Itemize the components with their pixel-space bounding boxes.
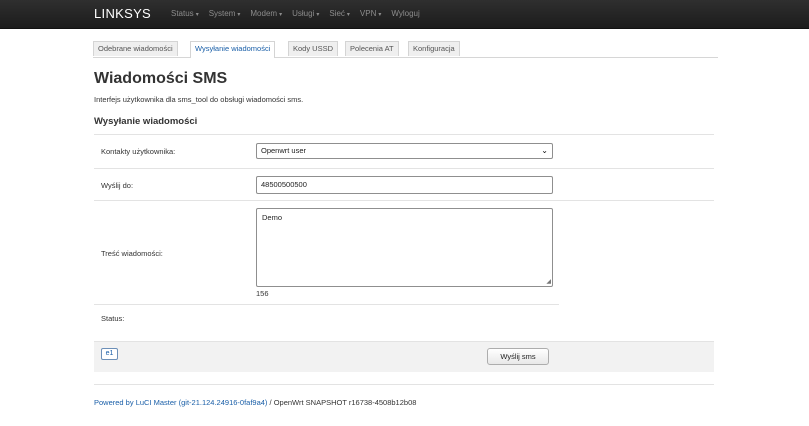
chevron-down-icon: ▾ <box>378 12 382 18</box>
send-to-input[interactable]: 48500500500 <box>256 176 553 194</box>
footer-version: / OpenWrt SNAPSHOT r16738-4508b12b08 <box>267 398 417 407</box>
tab-configuration[interactable]: Konfiguracja <box>408 41 460 56</box>
menu-item-services[interactable]: Usługi ▾ <box>292 9 319 18</box>
resize-grip-icon[interactable]: ◢ <box>546 278 551 285</box>
chevron-down-icon: ⌄ <box>541 146 548 155</box>
contacts-select[interactable]: Openwrt user ⌄ <box>256 143 553 159</box>
tab-received-messages[interactable]: Odebrane wiadomości <box>93 41 178 56</box>
tab-send-messages[interactable]: Wysyłanie wiadomości <box>190 41 276 58</box>
divider <box>94 168 714 169</box>
e1-button[interactable]: e1 <box>101 348 118 360</box>
top-navbar: LINKSYS Status ▾ System ▾ Modem ▾ Usługi ▾ S… <box>0 0 809 29</box>
tab-bar: Odebrane wiadomości Wysyłanie wiadomości… <box>93 41 718 58</box>
menu-item-network[interactable]: Sieć ▾ <box>329 9 350 18</box>
menu-item-modem[interactable]: Modem ▾ <box>250 9 282 18</box>
page-description: Interfejs użytkownika dla sms_tool do ob… <box>94 95 304 104</box>
menu-item-status[interactable]: Status ▾ <box>171 9 199 18</box>
divider <box>94 384 714 385</box>
luci-link[interactable]: Powered by LuCI Master (git-21.124.24916… <box>94 398 267 407</box>
status-label: Status: <box>101 314 125 323</box>
message-label: Treść wiadomości: <box>101 249 163 258</box>
footer-credits: Powered by LuCI Master (git-21.124.24916… <box>94 398 416 407</box>
menu-item-vpn[interactable]: VPN ▾ <box>360 9 381 18</box>
chevron-down-icon: ▾ <box>237 12 241 18</box>
send-to-label: Wyślij do: <box>101 181 134 190</box>
main-menu: Status ▾ System ▾ Modem ▾ Usługi ▾ Sieć ▾ VPN… <box>171 9 430 18</box>
contacts-label: Kontakty użytkownika: <box>101 147 176 156</box>
char-counter: 156 <box>256 289 269 298</box>
tab-at-commands[interactable]: Polecenia AT <box>345 41 399 56</box>
chevron-down-icon: ▾ <box>279 12 283 18</box>
chevron-down-icon: ▾ <box>195 12 199 18</box>
chevron-down-icon: ▾ <box>346 12 350 18</box>
tab-ussd-codes[interactable]: Kody USSD <box>288 41 339 56</box>
brand-logo[interactable]: LINKSYS <box>94 6 151 21</box>
message-text: Demo <box>262 213 283 222</box>
chevron-down-icon: ▾ <box>316 12 320 18</box>
menu-item-system[interactable]: System ▾ <box>209 9 241 18</box>
divider <box>94 200 714 201</box>
section-title: Wysyłanie wiadomości <box>94 116 198 127</box>
menu-item-logout[interactable]: Wyloguj <box>391 9 419 18</box>
message-textarea[interactable]: Demo ◢ <box>256 208 553 287</box>
divider <box>94 304 559 305</box>
divider <box>94 134 714 135</box>
page-title: Wiadomości SMS <box>94 70 228 87</box>
contacts-select-value: Openwrt user <box>261 146 307 155</box>
send-sms-button[interactable]: Wyślij sms <box>487 348 549 365</box>
form-actions-bar <box>94 341 714 372</box>
